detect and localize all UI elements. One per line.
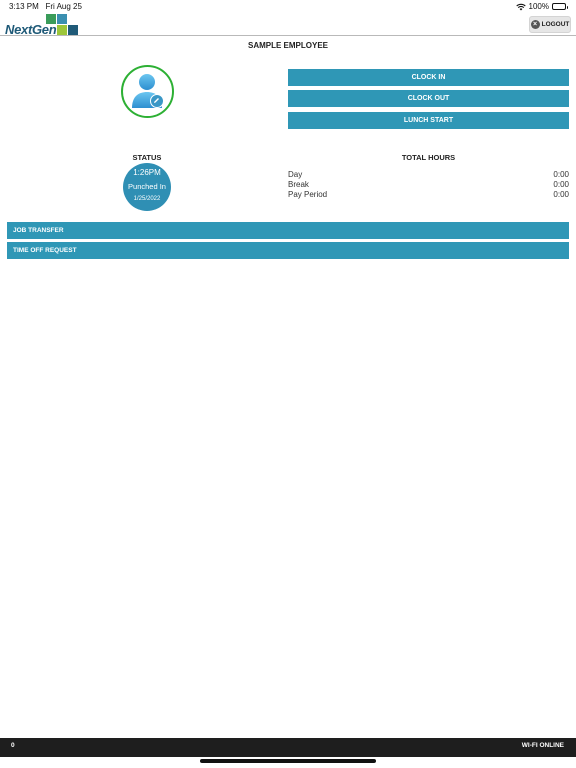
hours-row-label: Day (288, 170, 303, 179)
logo-square-icon (68, 25, 78, 35)
hours-row-break: Break 0:00 (288, 180, 569, 190)
network-status: WI-FI ONLINE (521, 742, 564, 749)
status-bar-clock: 3:13 PM Fri Aug 25 (9, 2, 82, 11)
pencil-icon (154, 98, 159, 103)
logout-button[interactable]: × LOGOUT (529, 16, 571, 33)
time-off-request-button[interactable]: TIME OFF REQUEST (7, 242, 569, 259)
wifi-icon (515, 3, 526, 10)
pending-count: 0 (11, 742, 15, 749)
home-indicator[interactable] (200, 759, 376, 763)
hours-row-label: Break (288, 180, 309, 189)
hours-row-day: Day 0:00 (288, 170, 569, 180)
battery-icon (552, 3, 568, 10)
hours-row-label: Pay Period (288, 190, 328, 199)
clock-out-button[interactable]: CLOCK OUT (288, 90, 569, 107)
employee-name: SAMPLE EMPLOYEE (247, 41, 328, 50)
close-circle-icon: × (530, 20, 540, 29)
status-time: 1:26PM (133, 168, 161, 177)
employee-avatar[interactable] (121, 65, 174, 118)
lunch-start-button[interactable]: LUNCH START (288, 112, 569, 129)
device-status-bar: 3:13 PM Fri Aug 25 100% (0, 0, 576, 14)
status-bar-indicators: 100% (515, 2, 568, 11)
logout-label: LOGOUT (541, 21, 570, 28)
nextgen-logo: NextGen (5, 14, 85, 37)
job-transfer-button[interactable]: JOB TRANSFER (7, 222, 569, 239)
status-date: 1/25/2022 (133, 196, 161, 202)
footer-bar: 0 WI-FI ONLINE (0, 738, 576, 757)
status-circle: 1:26PM Punched In 1/25/2022 (123, 163, 171, 211)
edit-photo-button[interactable] (150, 94, 164, 108)
hours-row-pay-period: Pay Period 0:00 (288, 190, 569, 200)
clock-in-button[interactable]: CLOCK IN (288, 69, 569, 86)
app-header: NextGen × LOGOUT (0, 14, 576, 37)
hours-row-value: 0:00 (553, 180, 569, 189)
total-hours-heading: TOTAL HOURS (401, 153, 456, 162)
logo-text: NextGen (5, 22, 57, 37)
user-icon (132, 74, 162, 108)
status-bar-date: Fri Aug 25 (45, 2, 82, 11)
logo-square-icon (57, 14, 67, 24)
hours-row-value: 0:00 (553, 170, 569, 179)
hours-row-value: 0:00 (553, 190, 569, 199)
logo-square-icon (57, 25, 67, 35)
battery-percent: 100% (528, 2, 549, 11)
status-state: Punched In (128, 182, 166, 191)
status-heading: STATUS (132, 153, 162, 162)
status-bar-time: 3:13 PM (9, 2, 39, 11)
